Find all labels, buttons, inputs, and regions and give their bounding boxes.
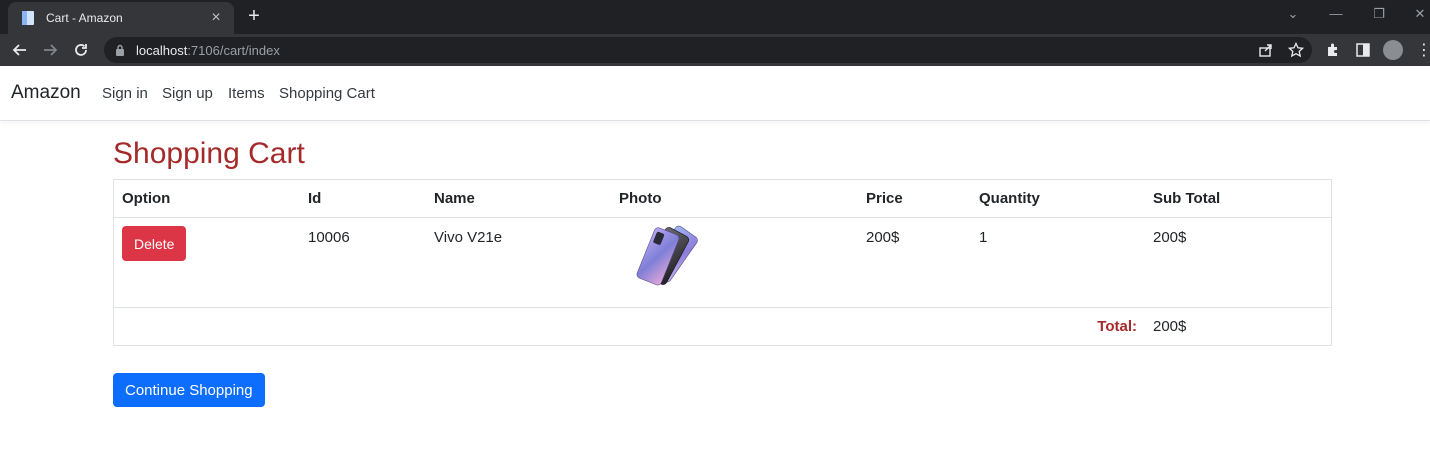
reload-icon[interactable] [71,40,91,60]
nav-link-items[interactable]: Items [228,85,265,102]
nav-link-sign-up[interactable]: Sign up [162,85,213,102]
profile-avatar-icon[interactable] [1383,40,1403,60]
price-cell: 200$ [858,217,971,308]
cart-table: Option Id Name Photo Price Quantity Sub … [113,179,1332,346]
side-panel-icon[interactable] [1353,40,1373,60]
browser-tab-strip: Cart - Amazon × + ⌄ — ❐ ✕ [0,0,1430,34]
column-header-name: Name [426,179,611,218]
column-header-price: Price [858,179,971,218]
column-header-option: Option [113,179,300,218]
column-header-id: Id [300,179,426,218]
tab-search-icon[interactable]: ⌄ [1283,6,1303,22]
sub-total-cell: 200$ [1145,217,1332,308]
address-bar[interactable]: localhost:7106/cart/index [104,37,1312,63]
maximize-icon[interactable]: ❐ [1369,6,1389,22]
quantity-cell: 1 [971,217,1145,308]
back-icon[interactable] [10,40,30,60]
site-navbar: Amazon Sign in Sign up Items Shopping Ca… [0,66,1430,121]
nav-link-shopping-cart[interactable]: Shopping Cart [279,85,375,102]
browser-toolbar: localhost:7106/cart/index ⋮ [0,34,1430,66]
total-label: Total: [113,307,1145,346]
id-cell: 10006 [300,217,426,308]
close-tab-icon[interactable]: × [208,10,224,26]
column-header-sub-total: Sub Total [1145,179,1332,218]
new-tab-icon[interactable]: + [244,5,264,27]
nav-link-sign-in[interactable]: Sign in [102,85,148,102]
browser-tab[interactable]: Cart - Amazon × [8,2,234,34]
table-header-row: Option Id Name Photo Price Quantity Sub … [113,179,1332,218]
delete-button[interactable]: Delete [122,226,187,261]
total-row: Total: 200$ [113,307,1332,346]
menu-kebab-icon[interactable]: ⋮ [1414,40,1430,60]
close-window-icon[interactable]: ✕ [1410,6,1430,22]
name-cell: Vivo V21e [426,217,611,308]
option-cell: Delete [113,217,300,308]
forward-icon[interactable] [40,40,60,60]
product-photo [636,225,698,286]
bookmark-star-icon[interactable] [1286,40,1306,60]
page-icon [20,10,36,26]
table-row: Delete 10006 Vivo V21e 200$ 1 200$ [113,217,1332,308]
extensions-icon[interactable] [1323,40,1343,60]
continue-shopping-button[interactable]: Continue Shopping [113,373,265,407]
tab-title: Cart - Amazon [46,11,123,25]
share-icon[interactable] [1256,40,1276,60]
brand-link[interactable]: Amazon [11,82,81,104]
photo-cell [611,217,858,308]
column-header-quantity: Quantity [971,179,1145,218]
page-title: Shopping Cart [113,137,305,170]
total-value: 200$ [1145,307,1332,346]
lock-icon [114,43,126,57]
minimize-icon[interactable]: — [1326,6,1346,21]
url-text: localhost:7106/cart/index [136,42,280,58]
column-header-photo: Photo [611,179,858,218]
